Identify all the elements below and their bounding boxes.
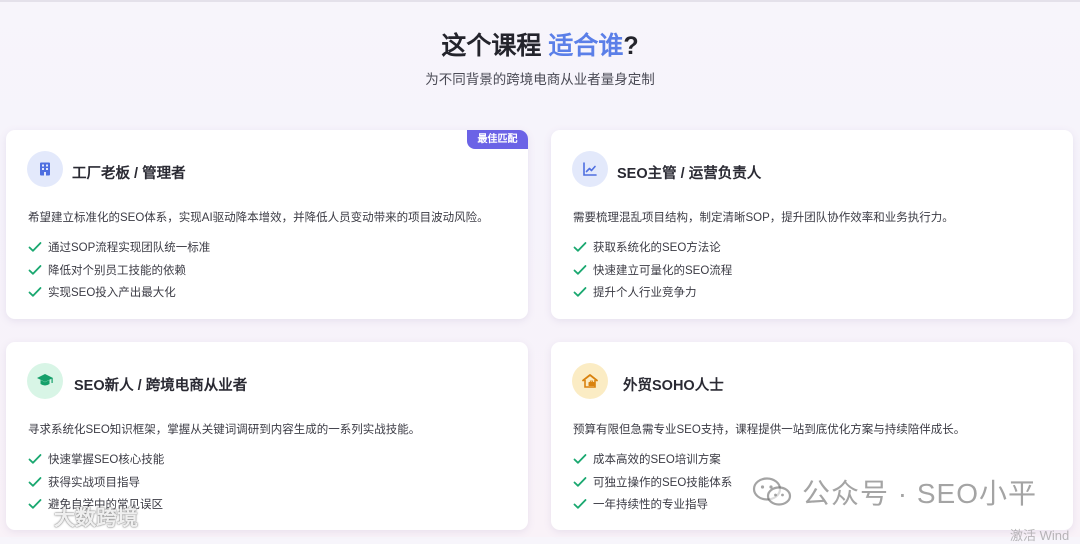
- activate-windows-watermark: 激活 Wind: [1010, 528, 1070, 543]
- feature-text: 快速掌握SEO核心技能: [48, 454, 165, 467]
- card-title: SEO新人 / 跨境电商从业者: [74, 378, 248, 394]
- check-icon: [573, 499, 587, 509]
- check-icon: [28, 264, 42, 275]
- card-description: 寻求系统化SEO知识框架，掌握从关键词调研到内容生成的一系列实战技能。: [28, 424, 421, 436]
- feature-list: 通过SOP流程实现团队统一标准 降低对个别员工技能的依赖 实现SEO投入产出最大…: [28, 236, 210, 304]
- brand-watermark-text: 大数跨境: [54, 507, 138, 530]
- feature-item: 降低对个别员工技能的依赖: [28, 259, 210, 282]
- feature-item: 一年持续性的专业指导: [573, 493, 732, 516]
- audience-card-seo-manager: SEO主管 / 运营负责人 需要梳理混乱项目结构，制定清晰SOP，提升团队协作效…: [551, 130, 1073, 319]
- feature-text: 获得实战项目指导: [48, 476, 140, 489]
- feature-item: 提升个人行业竞争力: [573, 281, 732, 304]
- feature-text: 一年持续性的专业指导: [593, 499, 708, 512]
- best-match-badge: 最佳匹配: [467, 130, 528, 149]
- check-icon: [573, 264, 587, 275]
- section-title: 这个课程 适合谁?: [0, 26, 1080, 62]
- check-icon: [573, 454, 587, 464]
- feature-text: 成本高效的SEO培训方案: [593, 454, 721, 467]
- wechat-watermark-text: 公众号 · SEO小平: [802, 478, 1038, 509]
- card-description: 预算有限但急需专业SEO支持，课程提供一站到底优化方案与持续陪伴成长。: [573, 424, 966, 436]
- top-divider: [0, 0, 1080, 2]
- feature-item: 可独立操作的SEO技能体系: [573, 471, 732, 494]
- feature-text: 快速建立可量化的SEO流程: [593, 264, 733, 277]
- check-icon: [573, 242, 587, 252]
- check-icon: [573, 476, 587, 487]
- feature-item: 成本高效的SEO培训方案: [573, 448, 732, 471]
- wechat-icon: [752, 477, 792, 506]
- brand-watermark: 大数跨境: [8, 502, 138, 532]
- graduate-icon: [27, 363, 63, 399]
- card-description: 需要梳理混乱项目结构，制定清晰SOP，提升团队协作效率和业务执行力。: [573, 212, 954, 224]
- title-suffix: ?: [623, 32, 639, 60]
- feature-text: 降低对个别员工技能的依赖: [48, 264, 186, 277]
- card-description: 希望建立标准化的SEO体系，实现AI驱动降本增效，并降低人员变动带来的项目波动风…: [28, 212, 489, 224]
- wechat-watermark: 公众号 · SEO小平: [752, 472, 1037, 512]
- card-title: 外贸SOHO人士: [623, 378, 724, 394]
- feature-item: 获取系统化的SEO方法论: [573, 236, 732, 259]
- building-icon: [27, 151, 63, 187]
- chart-line-icon: [572, 151, 608, 187]
- feature-item: 实现SEO投入产出最大化: [28, 281, 210, 304]
- check-icon: [28, 454, 42, 464]
- title-accent: 适合谁: [548, 32, 624, 60]
- title-main: 这个课程: [441, 32, 542, 60]
- feature-list: 获取系统化的SEO方法论 快速建立可量化的SEO流程 提升个人行业竞争力: [573, 236, 732, 304]
- card-title: SEO主管 / 运营负责人: [617, 166, 762, 182]
- feature-text: 通过SOP流程实现团队统一标准: [48, 242, 211, 255]
- feature-text: 实现SEO投入产出最大化: [48, 287, 176, 300]
- check-icon: [28, 242, 42, 252]
- home-office-icon: [572, 363, 608, 399]
- section-subtitle: 为不同背景的跨境电商从业者量身定制: [425, 72, 655, 87]
- feature-item: 获得实战项目指导: [28, 471, 164, 494]
- check-icon: [28, 476, 42, 487]
- feature-text: 可独立操作的SEO技能体系: [593, 476, 733, 489]
- feature-text: 提升个人行业竞争力: [593, 287, 697, 300]
- feature-item: 快速建立可量化的SEO流程: [573, 259, 732, 282]
- card-title: 工厂老板 / 管理者: [72, 166, 186, 182]
- feature-item: 通过SOP流程实现团队统一标准: [28, 236, 210, 259]
- check-icon: [573, 287, 587, 297]
- feature-text: 获取系统化的SEO方法论: [593, 242, 721, 255]
- feature-item: 快速掌握SEO核心技能: [28, 448, 164, 471]
- brand-logo-icon: [10, 507, 44, 528]
- check-icon: [28, 287, 42, 297]
- audience-card-factory-owner: 最佳匹配 工厂老板 / 管理者 希望建立标准化的SEO体系，实现AI驱动降本增效…: [6, 130, 528, 319]
- feature-list: 成本高效的SEO培训方案 可独立操作的SEO技能体系 一年持续性的专业指导: [573, 448, 732, 516]
